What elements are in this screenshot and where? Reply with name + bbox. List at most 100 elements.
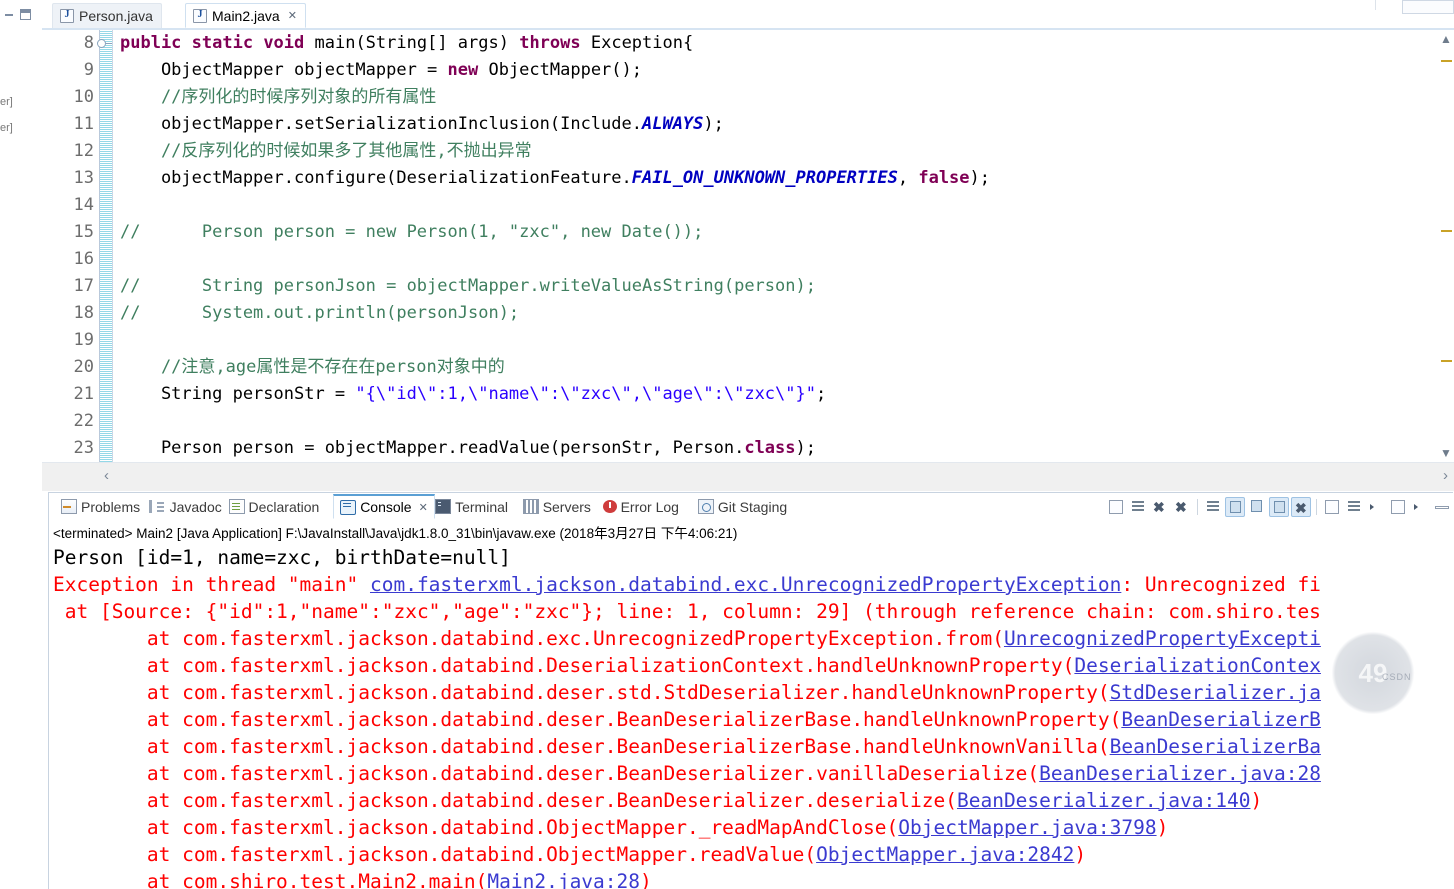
- stack-trace-link[interactable]: ObjectMapper.java:2842: [816, 843, 1074, 866]
- code-line[interactable]: 19: [42, 327, 1454, 354]
- code-text: String personStr = "{\"id\":1,\"name\":\…: [120, 381, 826, 408]
- open-console-menu-icon[interactable]: [1388, 497, 1408, 517]
- code-token: // String personJson = objectMapper.writ…: [120, 276, 816, 296]
- show-console-on-error-icon[interactable]: [1247, 497, 1267, 517]
- close-icon[interactable]: ✕: [419, 501, 428, 514]
- code-fold-icon[interactable]: [97, 39, 112, 48]
- console-output-area[interactable]: <terminated> Main2 [Java Application] F:…: [49, 520, 1454, 889]
- code-line[interactable]: 10 //序列化的时候序列对象的所有属性: [42, 84, 1454, 111]
- stack-trace-link[interactable]: ObjectMapper.java:3798: [898, 816, 1156, 839]
- line-number: 16: [73, 249, 94, 269]
- editor-view-menu[interactable]: [1402, 0, 1454, 14]
- minimize-view-icon[interactable]: [5, 14, 13, 16]
- code-lines-container: 8 public static void main(String[] args) …: [42, 30, 1454, 462]
- stack-trace-link[interactable]: BeanDeserializerB: [1121, 708, 1321, 731]
- code-line[interactable]: 9 ObjectMapper objectMapper = new Object…: [42, 57, 1454, 84]
- code-token: String personStr =: [120, 384, 356, 404]
- launch-configuration-header: <terminated> Main2 [Java Application] F:…: [53, 526, 738, 541]
- code-line[interactable]: 12 //反序列化的时候如果多了其他属性,不抛出异常: [42, 138, 1454, 165]
- declaration-icon: [228, 499, 245, 514]
- editor-horizontal-scrollbar[interactable]: ‹ ›: [42, 462, 1454, 491]
- scroll-left-icon[interactable]: ‹: [104, 467, 109, 484]
- console-panel-tab-declaration[interactable]: Declaration: [223, 494, 326, 519]
- console-panel-tab-javadoc[interactable]: Javadoc: [143, 494, 228, 519]
- console-output-line: at com.fasterxml.jackson.databind.deser.…: [53, 760, 1321, 787]
- console-text: at com.shiro.test.Main2.main(: [53, 870, 488, 889]
- view-menu-dropdown-icon[interactable]: [1410, 497, 1430, 517]
- editor-tab-person-java[interactable]: Person.java: [52, 3, 162, 28]
- line-number: 22: [73, 411, 94, 431]
- console-panel-tab-error-log[interactable]: Error Log: [597, 494, 685, 519]
- code-token: FAIL_ON_UNKNOWN_PROPERTIES: [631, 168, 898, 188]
- code-line[interactable]: 15 // Person person = new Person(1, "zxc"…: [42, 219, 1454, 246]
- code-editor[interactable]: 8 public static void main(String[] args) …: [42, 30, 1454, 462]
- scroll-right-icon[interactable]: ›: [1443, 467, 1448, 484]
- code-line[interactable]: 16: [42, 246, 1454, 273]
- console-output-line: at com.fasterxml.jackson.databind.deser.…: [53, 706, 1321, 733]
- console-panel-tab-git-staging[interactable]: Git Staging: [692, 494, 793, 519]
- code-line[interactable]: 11 objectMapper.setSerializationInclusio…: [42, 111, 1454, 138]
- code-token: class: [744, 438, 796, 458]
- stack-trace-link[interactable]: com.fasterxml.jackson.databind.exc.Unrec…: [370, 573, 1121, 596]
- maximize-view-icon[interactable]: [20, 9, 31, 20]
- console-tab-label: Servers: [542, 498, 591, 515]
- scroll-down-icon[interactable]: ▼: [1440, 446, 1452, 460]
- scroll-lock-icon[interactable]: [1203, 497, 1223, 517]
- outline-stub-2: er]: [0, 122, 13, 134]
- line-number: 9: [83, 60, 94, 80]
- code-line[interactable]: 22: [42, 408, 1454, 435]
- line-number: 8: [83, 33, 94, 53]
- line-number: 14: [73, 195, 94, 215]
- code-line[interactable]: 23 Person person = objectMapper.readValu…: [42, 435, 1454, 462]
- code-token: ALWAYS: [641, 114, 704, 134]
- close-console-icon[interactable]: ✖: [1291, 497, 1311, 517]
- console-output-line: at com.fasterxml.jackson.databind.Deseri…: [53, 652, 1321, 679]
- stack-trace-link[interactable]: UnrecognizedPropertyExcepti: [1004, 627, 1321, 650]
- console-tab-label: Problems: [81, 498, 141, 515]
- code-line[interactable]: 14: [42, 192, 1454, 219]
- stack-trace-link[interactable]: StdDeserializer.ja: [1110, 681, 1321, 704]
- code-line[interactable]: 18 // System.out.println(personJson);: [42, 300, 1454, 327]
- display-selected-console-dropdown-icon[interactable]: [1366, 497, 1386, 517]
- stack-trace-link[interactable]: BeanDeserializer.java:140: [957, 789, 1251, 812]
- clear-console-icon[interactable]: [1128, 497, 1148, 517]
- javadoc-icon: [148, 500, 166, 513]
- editor-vertical-scrollbar[interactable]: ▲ ▼: [1438, 30, 1454, 462]
- code-text: public static void main(String[] args) t…: [120, 30, 693, 57]
- console-text: ): [1156, 816, 1169, 839]
- stack-trace-link[interactable]: BeanDeserializer.java:28: [1039, 762, 1321, 785]
- show-console-on-output-icon[interactable]: [1225, 497, 1245, 517]
- minimize-icon-glyph: [1435, 506, 1449, 509]
- code-token: //注意,age属性是不存在在person对象中的: [120, 357, 505, 377]
- minimize-icon[interactable]: [1432, 497, 1452, 517]
- stack-trace-link[interactable]: BeanDeserializerBa: [1110, 735, 1321, 758]
- new-console-view-icon[interactable]: [1106, 497, 1126, 517]
- editor-tab-main2-java[interactable]: Main2.java ✕: [185, 3, 306, 28]
- code-line[interactable]: 20 //注意,age属性是不存在在person对象中的: [42, 354, 1454, 381]
- code-line[interactable]: 13 objectMapper.configure(Deserializatio…: [42, 165, 1454, 192]
- console-view: Problems Javadoc Declaration Console ✕ Termin…: [48, 492, 1454, 889]
- console-panel-tab-problems[interactable]: Problems: [55, 494, 146, 519]
- console-panel-tab-terminal[interactable]: Terminal: [429, 494, 514, 519]
- code-line[interactable]: 17 // String personJson = objectMapper.wr…: [42, 273, 1454, 300]
- console-panel-tab-servers[interactable]: Servers: [517, 494, 597, 519]
- code-line[interactable]: 8 public static void main(String[] args) …: [42, 30, 1454, 57]
- console-tab-label: Git Staging: [717, 498, 788, 515]
- code-text: Person person = objectMapper.readValue(p…: [120, 435, 816, 462]
- close-icon[interactable]: ✕: [288, 9, 297, 22]
- line-number: 15: [73, 222, 94, 242]
- terminate-icon[interactable]: ✖: [1150, 497, 1170, 517]
- remove-all-terminated-icon[interactable]: ✖: [1172, 497, 1192, 517]
- clear-console-icon-glyph: [1132, 501, 1144, 503]
- display-selected-console-icon[interactable]: [1344, 497, 1364, 517]
- scroll-up-icon[interactable]: ▲: [1440, 32, 1452, 46]
- stack-trace-link[interactable]: Main2.java:28: [487, 870, 640, 889]
- console-text: at com.fasterxml.jackson.databind.deser.…: [53, 735, 1110, 758]
- console-panel-tab-console[interactable]: Console ✕: [333, 494, 435, 519]
- open-console-icon[interactable]: [1322, 497, 1342, 517]
- pin-console-icon[interactable]: [1269, 497, 1289, 517]
- code-line[interactable]: 21 String personStr = "{\"id\":1,\"name\…: [42, 381, 1454, 408]
- display-selected-console-dropdown-icon-glyph: [1370, 504, 1374, 510]
- stack-trace-link[interactable]: DeserializationContex: [1074, 654, 1321, 677]
- line-number: 21: [73, 384, 94, 404]
